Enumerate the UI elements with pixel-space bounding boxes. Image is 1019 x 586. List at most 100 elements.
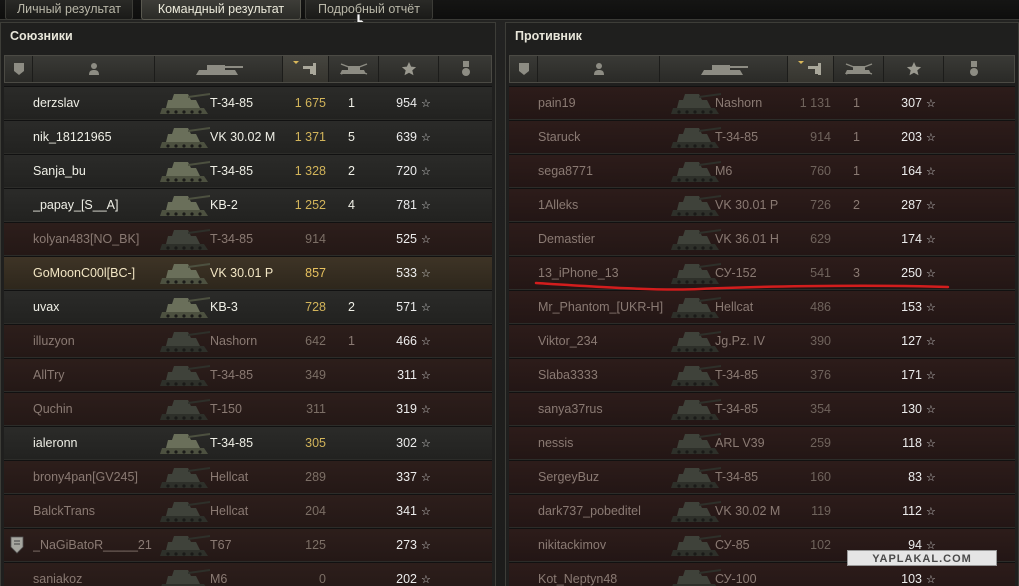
tank-icon bbox=[158, 190, 212, 220]
player-row[interactable]: nessis ARL V39 259 118 ☆ bbox=[509, 426, 1015, 460]
player-row[interactable]: ialeronn T-34-85 305 302 ☆ bbox=[4, 426, 492, 460]
points-value: 307 bbox=[901, 96, 922, 110]
col-player[interactable] bbox=[33, 56, 155, 82]
experience-value: 376 bbox=[810, 368, 831, 382]
enemies-panel: Противник pain19 Nashorn 1 131 1 307 ☆ S… bbox=[505, 22, 1019, 586]
tab-team-result[interactable]: Командный результат bbox=[141, 0, 301, 20]
experience-value: 0 bbox=[319, 572, 326, 586]
player-row[interactable]: Viktor_234 Jg.Pz. IV 390 127 ☆ bbox=[509, 324, 1015, 358]
col-tank[interactable] bbox=[660, 56, 788, 82]
tab-personal-result[interactable]: Личный результат bbox=[5, 0, 133, 20]
kills-value bbox=[348, 461, 368, 493]
experience-value: 289 bbox=[305, 470, 326, 484]
player-row[interactable]: Sanja_bu T-34-85 1 328 2 720 ☆ bbox=[4, 154, 492, 188]
col-medals[interactable] bbox=[944, 56, 1004, 82]
star-icon: ☆ bbox=[926, 472, 936, 484]
points-value: 954 bbox=[396, 96, 417, 110]
star-icon: ☆ bbox=[926, 336, 936, 348]
tank-icon bbox=[158, 88, 212, 118]
tank-name: T-34-85 bbox=[715, 470, 759, 484]
player-row[interactable]: Quchin T-150 311 319 ☆ bbox=[4, 392, 492, 426]
player-row[interactable]: kolyan483[NO_BK] T-34-85 914 525 ☆ bbox=[4, 222, 492, 256]
kills-column-icon bbox=[844, 63, 872, 75]
player-row[interactable]: BalckTrans Hellcat 204 341 ☆ bbox=[4, 494, 492, 528]
player-name: AllTry bbox=[33, 368, 65, 382]
kills-value: 2 bbox=[348, 164, 355, 178]
kills-value bbox=[348, 257, 368, 289]
tank-name: KB-2 bbox=[210, 198, 238, 212]
tank-name: Hellcat bbox=[210, 470, 249, 484]
player-row[interactable]: Slaba3333 T-34-85 376 171 ☆ bbox=[509, 358, 1015, 392]
points-value: 83 bbox=[908, 470, 922, 484]
player-row[interactable]: uvax KB-3 728 2 571 ☆ bbox=[4, 290, 492, 324]
player-name: BalckTrans bbox=[33, 504, 96, 518]
star-icon: ☆ bbox=[926, 438, 936, 450]
tank-name: Hellcat bbox=[715, 300, 754, 314]
points-value: 174 bbox=[901, 232, 922, 246]
player-row[interactable]: AllTry T-34-85 349 311 ☆ bbox=[4, 358, 492, 392]
tab-detailed-report[interactable]: Подробный отчёт bbox=[305, 0, 433, 20]
kills-value: 3 bbox=[853, 266, 860, 280]
medal-column-icon bbox=[970, 61, 978, 76]
player-row[interactable]: Mr_Phantom_[UKR-H] Hellcat 486 153 ☆ bbox=[509, 290, 1015, 324]
allies-title: Союзники bbox=[10, 29, 73, 43]
tank-name: СУ-100 bbox=[715, 572, 757, 586]
col-badge[interactable] bbox=[510, 56, 538, 82]
player-column-icon bbox=[88, 63, 99, 75]
star-column-icon bbox=[401, 62, 416, 76]
tank-icon bbox=[158, 564, 212, 586]
experience-value: 1 131 bbox=[799, 96, 831, 110]
experience-value: 160 bbox=[810, 470, 831, 484]
player-row[interactable]: saniakoz M6 0 202 ☆ bbox=[4, 562, 492, 586]
player-row[interactable]: 1Alleks VK 30.01 P 726 2 287 ☆ bbox=[509, 188, 1015, 222]
player-row[interactable]: sanya37rus T-34-85 354 130 ☆ bbox=[509, 392, 1015, 426]
star-icon: ☆ bbox=[421, 438, 431, 450]
player-row[interactable]: _papay_[S__A] KB-2 1 252 4 781 ☆ bbox=[4, 188, 492, 222]
col-points[interactable] bbox=[379, 56, 439, 82]
player-row[interactable]: GoMoonC00l[BC-] VK 30.01 P 857 533 ☆ bbox=[4, 256, 492, 290]
col-experience[interactable] bbox=[788, 56, 834, 82]
player-name: GoMoonC00l[BC-] bbox=[33, 266, 136, 280]
tank-name: Jg.Pz. IV bbox=[715, 334, 766, 348]
player-row[interactable]: derzslav T-34-85 1 675 1 954 ☆ bbox=[4, 86, 492, 120]
player-row[interactable]: Demastier VK 36.01 H 629 174 ☆ bbox=[509, 222, 1015, 256]
player-row[interactable]: dark737_pobeditel VK 30.02 M 119 112 ☆ bbox=[509, 494, 1015, 528]
star-icon: ☆ bbox=[926, 200, 936, 212]
player-row[interactable]: sega8771 M6 760 1 164 ☆ bbox=[509, 154, 1015, 188]
col-medals[interactable] bbox=[439, 56, 493, 82]
player-row[interactable]: SergeyBuz T-34-85 160 83 ☆ bbox=[509, 460, 1015, 494]
star-icon: ☆ bbox=[926, 506, 936, 518]
points-value: 571 bbox=[396, 300, 417, 314]
tank-name: T67 bbox=[210, 538, 232, 552]
player-row[interactable]: _NaGiBatoR_____21 T67 125 273 ☆ bbox=[4, 528, 492, 562]
player-row[interactable]: pain19 Nashorn 1 131 1 307 ☆ bbox=[509, 86, 1015, 120]
col-kills[interactable] bbox=[329, 56, 379, 82]
player-name: Demastier bbox=[538, 232, 595, 246]
points-value: 466 bbox=[396, 334, 417, 348]
kills-value bbox=[348, 393, 368, 425]
player-row[interactable]: illuzyon Nashorn 642 1 466 ☆ bbox=[4, 324, 492, 358]
tank-name: T-34-85 bbox=[210, 436, 254, 450]
col-player[interactable] bbox=[538, 56, 660, 82]
star-icon: ☆ bbox=[421, 540, 431, 552]
points-value: 171 bbox=[901, 368, 922, 382]
player-row[interactable]: nik_18121965 VK 30.02 M 1 371 5 639 ☆ bbox=[4, 120, 492, 154]
experience-value: 354 bbox=[810, 402, 831, 416]
allies-panel: Союзники derzslav T-34-85 1 675 1 954 ☆ … bbox=[0, 22, 496, 586]
tank-name: VK 30.02 M bbox=[715, 504, 781, 518]
tank-name: СУ-85 bbox=[715, 538, 750, 552]
star-icon: ☆ bbox=[926, 132, 936, 144]
player-row[interactable]: Staruck T-34-85 914 1 203 ☆ bbox=[509, 120, 1015, 154]
col-experience[interactable] bbox=[283, 56, 329, 82]
player-row[interactable]: 13_iPhone_13 СУ-152 541 3 250 ☆ bbox=[509, 256, 1015, 290]
player-row[interactable]: brony4pan[GV245] Hellcat 289 337 ☆ bbox=[4, 460, 492, 494]
col-tank[interactable] bbox=[155, 56, 283, 82]
experience-value: 1 675 bbox=[294, 96, 326, 110]
col-kills[interactable] bbox=[834, 56, 884, 82]
col-badge[interactable] bbox=[5, 56, 33, 82]
enemies-title: Противник bbox=[515, 29, 582, 43]
kills-value bbox=[853, 291, 873, 323]
player-name: illuzyon bbox=[33, 334, 75, 348]
col-points[interactable] bbox=[884, 56, 944, 82]
points-value: 203 bbox=[901, 130, 922, 144]
